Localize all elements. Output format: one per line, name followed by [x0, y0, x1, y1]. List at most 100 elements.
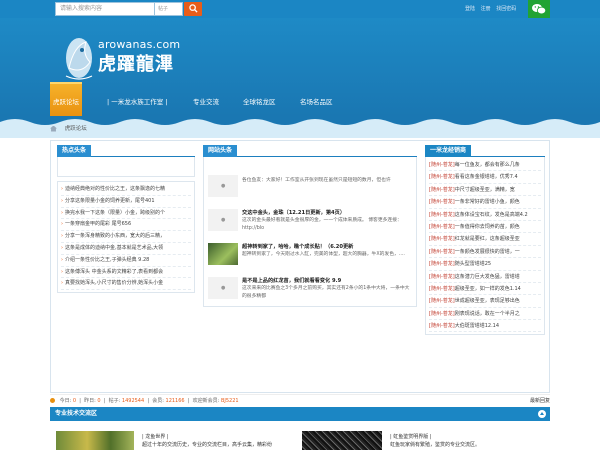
stat-members-label: 会员:	[152, 398, 164, 404]
forum-thumbnail[interactable]	[56, 431, 134, 450]
news-thumbnail[interactable]	[208, 243, 238, 265]
forum-card: | 虹鱼鉴赏明界版 | 虹鱼玩家倘有繁殖，鉴赏的专业交流区。	[390, 433, 480, 449]
list-item[interactable]: [随州-苍龙]这条体设宝石纹，发色是高端4.2	[429, 209, 541, 221]
stat-newest-member[interactable]: BJ5221	[221, 398, 239, 404]
news-item-desc: 各位鱼友：大家好！工作室从开张到现在虽然只是短短的数月，但也许	[242, 178, 391, 183]
list-item[interactable]: › 这条是成体的迪纳中金,基本就是艺术品,大领	[61, 243, 191, 255]
hot-banner-area	[57, 157, 195, 177]
hot-title: 热点头条	[57, 145, 92, 157]
nav-studio[interactable]: | 一米龙水族工作室 |	[107, 82, 168, 118]
section-title[interactable]: 专业技术交流区	[55, 407, 97, 421]
nav-brands[interactable]: 名场名品区	[300, 82, 333, 118]
breadcrumb: 虎跃论坛	[50, 124, 87, 132]
arrow-icon: ›	[61, 209, 63, 216]
arrow-icon: ›	[61, 233, 63, 240]
hot-item-text: 换完水我一下这条（限量）小金，跨级别的个	[65, 209, 166, 216]
list-item[interactable]: [随州-苍龙]红龙就是要红，这条超级圣亚	[429, 233, 541, 246]
forum-card: | 龙鱼世界 | 超过十年的交流历史，专业的交流栏目，高手云集，精彩纷	[142, 433, 272, 449]
news-thumbnail[interactable]: ●	[208, 277, 238, 299]
arowana-logo-icon[interactable]	[60, 32, 98, 84]
news-item-title[interactable]: 超神转到家了，哈哈，瞧个成长贴！（6.20更新	[242, 243, 353, 250]
news-thumbnail[interactable]: ●	[208, 175, 238, 197]
news-item[interactable]: ● 各位鱼友：大家好！工作室从开张到现在虽然只是短短的数月，但也许	[208, 175, 414, 209]
list-item[interactable]: [随州-苍龙]大伯斑雷塔塔12.14	[429, 320, 541, 333]
stat-yesterday-label: 昨日:	[84, 398, 96, 404]
search-input[interactable]: 请输入搜索内容	[55, 2, 155, 16]
news-item-title[interactable]: 是不是上品的红龙苗，我们就看看变化 9.9	[242, 277, 341, 284]
dealer-text: 一条颜色发展很快的雷塔，一	[454, 248, 520, 255]
stat-posts-label: 帖子:	[108, 398, 121, 404]
list-item[interactable]: [随州-苍龙]超级圣亚，如一样的发色1.14	[429, 283, 541, 296]
dealer-text: 世成超级圣亚，表现足够出色	[454, 298, 520, 305]
dealer-column: 一米龙经销商 [随州-苍龙]每一位鱼友，都会有那么几条 [随州-苍龙]看看这条金…	[425, 145, 545, 336]
dealer-city: [随州-苍龙]	[429, 174, 455, 181]
dealer-text: 红龙就是要红，这条超级圣亚	[454, 236, 520, 243]
forum-thumbnail[interactable]	[302, 431, 382, 450]
news-item-title[interactable]: 交这中金头，金珠（12.21日更新，第4页）	[242, 209, 345, 216]
list-item[interactable]: [随州-苍龙]世成超级圣亚，表现足够出色	[429, 295, 541, 308]
list-item[interactable]: › 介绍一条性价比之王,子弹头经典 9.28	[61, 255, 191, 267]
nav-forum-home[interactable]: 虎跃论坛	[50, 82, 82, 118]
dealer-city: [随州-苍龙]	[429, 236, 455, 243]
search-button[interactable]	[184, 2, 202, 16]
list-item[interactable]: [随州-苍龙]每一位鱼友，都会有那么几条	[429, 159, 541, 172]
list-item[interactable]: [随州-苍龙]一条颜色发展很快的雷塔，一	[429, 246, 541, 259]
list-item[interactable]: [随州-苍龙]看看这条金银塔塔，优秀7.4	[429, 171, 541, 184]
nav-exchange[interactable]: 专业交流	[193, 82, 219, 118]
list-item[interactable]: › 迪纳经典绝对的性价比之王，这条飘逸的七精	[61, 184, 191, 196]
list-item[interactable]: › 分享这条限量小金的饲养更新，尾号401	[61, 196, 191, 208]
stat-today-label: 今日:	[59, 398, 72, 404]
placeholder-icon: ●	[221, 217, 226, 223]
list-item[interactable]: [随州-苍龙]这条潜力巨大发色猛，雷塔塔	[429, 271, 541, 283]
main-nav: 虎跃论坛 | 一米龙水族工作室 | 专业交流 全球铭龙区 名场名品区	[0, 82, 600, 118]
collapse-icon[interactable]	[538, 410, 546, 418]
dealer-city: [随州-苍龙]	[429, 248, 455, 255]
list-item[interactable]: [随州-苍龙]刚表现说话，敢在一个半月之	[429, 308, 541, 321]
placeholder-icon: ●	[221, 183, 226, 189]
hot-list: › 迪纳经典绝对的性价比之王，这条飘逸的七精 › 分享这条限量小金的饲养更新，尾号4…	[57, 181, 195, 294]
forum-card-title[interactable]: | 龙鱼世界 |	[142, 433, 272, 441]
section-body: | 龙鱼世界 | 超过十年的交流历史，专业的交流栏目，高手云集，精彩纷 | 虹鱼…	[50, 421, 550, 450]
hot-item-text: 这条是成体的迪纳中金,基本就是艺术品,大领	[65, 244, 164, 251]
list-item[interactable]: › 这条傅浑头 中金头系的文精彩了,表看到都会	[61, 267, 191, 279]
stat-newest-label: 欢迎新会员:	[192, 398, 220, 404]
list-item[interactable]: › 真要找她浑头,小尺寸的售价分辨,她浑头小金	[61, 278, 191, 291]
stat-posts: 1492544	[121, 398, 145, 404]
news-item-desc: 这次的金头最好看就是头金很厚的金，一一个成体来质成。 博客更多连接：http:/…	[242, 218, 402, 231]
dealer-city: [随州-苍龙]	[429, 186, 455, 193]
list-item[interactable]: [随州-苍龙]随头型雷塔塔25	[429, 258, 541, 271]
news-item[interactable]: 超神转到家了，哈哈，瞧个成长贴！（6.20更新 超神转到家了，今天刚过水入缸，完…	[208, 243, 414, 277]
list-item[interactable]: [随州-苍龙]一条值得你去饲养的苗，颜色	[429, 221, 541, 234]
dealer-text: 看看这条金银塔塔，优秀7.4	[454, 174, 518, 181]
main-panel: 热点头条 › 迪纳经典绝对的性价比之王，这条飘逸的七精 › 分享这条限量小金的饲养更…	[50, 140, 550, 393]
dealer-text: 刚表现说话，敢在一个半月之	[454, 310, 520, 317]
login-link[interactable]: 登陆	[465, 6, 475, 12]
breadcrumb-current[interactable]: 虎跃论坛	[65, 126, 87, 132]
news-column: 网站头条 ● 各位鱼友：大家好！工作室从开张到现在虽然只是短短的数月，但也许 ●…	[203, 145, 417, 307]
hot-item-text: 分享这条限量小金的饲养更新，尾号401	[65, 197, 155, 204]
news-item[interactable]: ● 是不是上品的红龙苗，我们就看看变化 9.9 这次来来的比赛鱼之3个多月之前购…	[208, 277, 414, 306]
dealer-city: [随州-苍龙]	[429, 223, 455, 230]
list-item[interactable]: › 换完水我一下这条（限量）小金，跨级别的个	[61, 208, 191, 220]
home-icon[interactable]	[50, 125, 57, 132]
newest-reply-link[interactable]: 最新回复	[530, 395, 550, 407]
wechat-icon	[532, 4, 547, 15]
list-item[interactable]: [随州-苍龙]中尺寸超级圣亚，满精，宽	[429, 184, 541, 197]
search-type-select[interactable]: 帖子	[155, 2, 183, 16]
forum-card-desc: 超过十年的交流历史，专业的交流栏目，高手云集，精彩纷	[142, 442, 273, 448]
news-thumbnail[interactable]: ●	[208, 209, 238, 231]
dealer-text: 超级圣亚，如一样的发色1.14	[454, 285, 521, 292]
dealer-text: 大伯斑雷塔塔12.14	[454, 323, 500, 330]
nav-global[interactable]: 全球铭龙区	[243, 82, 276, 118]
list-item[interactable]: › 分享一条浑身精致的小东西，宽大的后三精，	[61, 231, 191, 243]
wechat-button[interactable]	[528, 0, 550, 18]
news-item[interactable]: ● 交这中金头，金珠（12.21日更新，第4页） 这次的金头最好看就是头金很厚的…	[208, 209, 414, 243]
list-item[interactable]: › 一条穿扇金甲的尾彩 尾号656	[61, 219, 191, 232]
register-link[interactable]: 注册	[481, 6, 491, 12]
forgot-password-link[interactable]: 找回密码	[496, 6, 516, 12]
list-item[interactable]: [随州-苍龙]一条非常好的雷塔小鱼，颜色	[429, 196, 541, 209]
news-list: ● 各位鱼友：大家好！工作室从开张到现在虽然只是短短的数月，但也许 ● 交这中金…	[203, 157, 417, 307]
forum-card-title[interactable]: | 虹鱼鉴赏明界版 |	[390, 433, 480, 441]
stat-yesterday: 0	[97, 398, 101, 404]
logo-chinese: 虎躍龍滭	[98, 54, 174, 75]
